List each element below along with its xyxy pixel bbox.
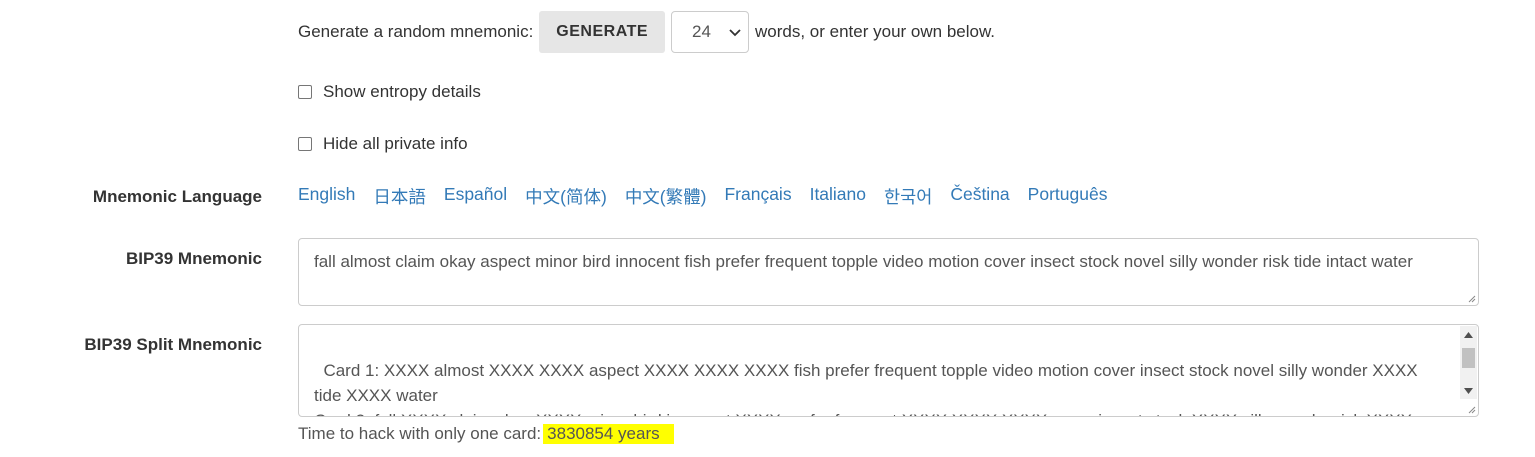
mnemonic-language-label: Mnemonic Language [92,187,262,206]
generate-button[interactable]: GENERATE [539,11,666,53]
language-link-czech[interactable]: Čeština [950,184,1009,209]
language-links: English 日本語 Español 中文(简体) 中文(繁體) França… [298,184,1125,209]
language-link-japanese[interactable]: 日本語 [373,184,426,209]
scroll-down-icon[interactable] [1460,382,1477,399]
resize-grip-icon[interactable] [1466,404,1476,414]
bip39-mnemonic-label: BIP39 Mnemonic [125,249,262,268]
language-link-french[interactable]: Français [724,184,791,209]
language-link-korean[interactable]: 한국어 [884,184,932,209]
hide-private-label: Hide all private info [323,134,468,153]
generate-suffix-text: words, or enter your own below. [755,22,996,41]
generate-row: Generate a random mnemonic: GENERATE 24 … [298,11,995,53]
language-link-italian[interactable]: Italiano [810,184,866,209]
scroll-up-icon[interactable] [1460,326,1477,343]
bip39-split-mnemonic-label: BIP39 Split Mnemonic [84,335,262,354]
language-link-portuguese[interactable]: Português [1028,184,1108,209]
bip39-split-mnemonic-textarea[interactable]: Card 1: XXXX almost XXXX XXXX aspect XXX… [298,324,1479,417]
resize-grip-icon[interactable] [1466,293,1476,303]
hide-private-option: Hide all private info [298,134,468,154]
word-count-value: 24 [692,22,711,41]
hide-private-checkbox[interactable] [298,137,312,151]
language-link-english[interactable]: English [298,184,355,209]
word-count-select[interactable]: 24 [671,11,750,53]
bip39-split-mnemonic-text: Card 1: XXXX almost XXXX XXXX aspect XXX… [314,361,1418,416]
hack-time-label: Time to hack with only one card: [298,424,542,443]
generate-prefix-text: Generate a random mnemonic: [298,22,534,41]
hack-time-value: 3830854 years [543,424,674,444]
hack-time-row: Time to hack with only one card: 3830854… [298,424,674,444]
language-link-spanish[interactable]: Español [444,184,507,209]
show-entropy-label: Show entropy details [323,82,481,101]
show-entropy-option: Show entropy details [298,82,481,102]
bip39-mnemonic-textarea[interactable]: fall almost claim okay aspect minor bird… [298,238,1479,306]
bip39-mnemonic-text: fall almost claim okay aspect minor bird… [314,252,1413,271]
language-link-chinese-simplified[interactable]: 中文(简体) [525,184,607,209]
split-scrollbar[interactable] [1460,326,1477,399]
scrollbar-thumb[interactable] [1462,348,1475,368]
chevron-down-icon [729,29,741,37]
language-link-chinese-traditional[interactable]: 中文(繁體) [625,184,707,209]
show-entropy-checkbox[interactable] [298,85,312,99]
